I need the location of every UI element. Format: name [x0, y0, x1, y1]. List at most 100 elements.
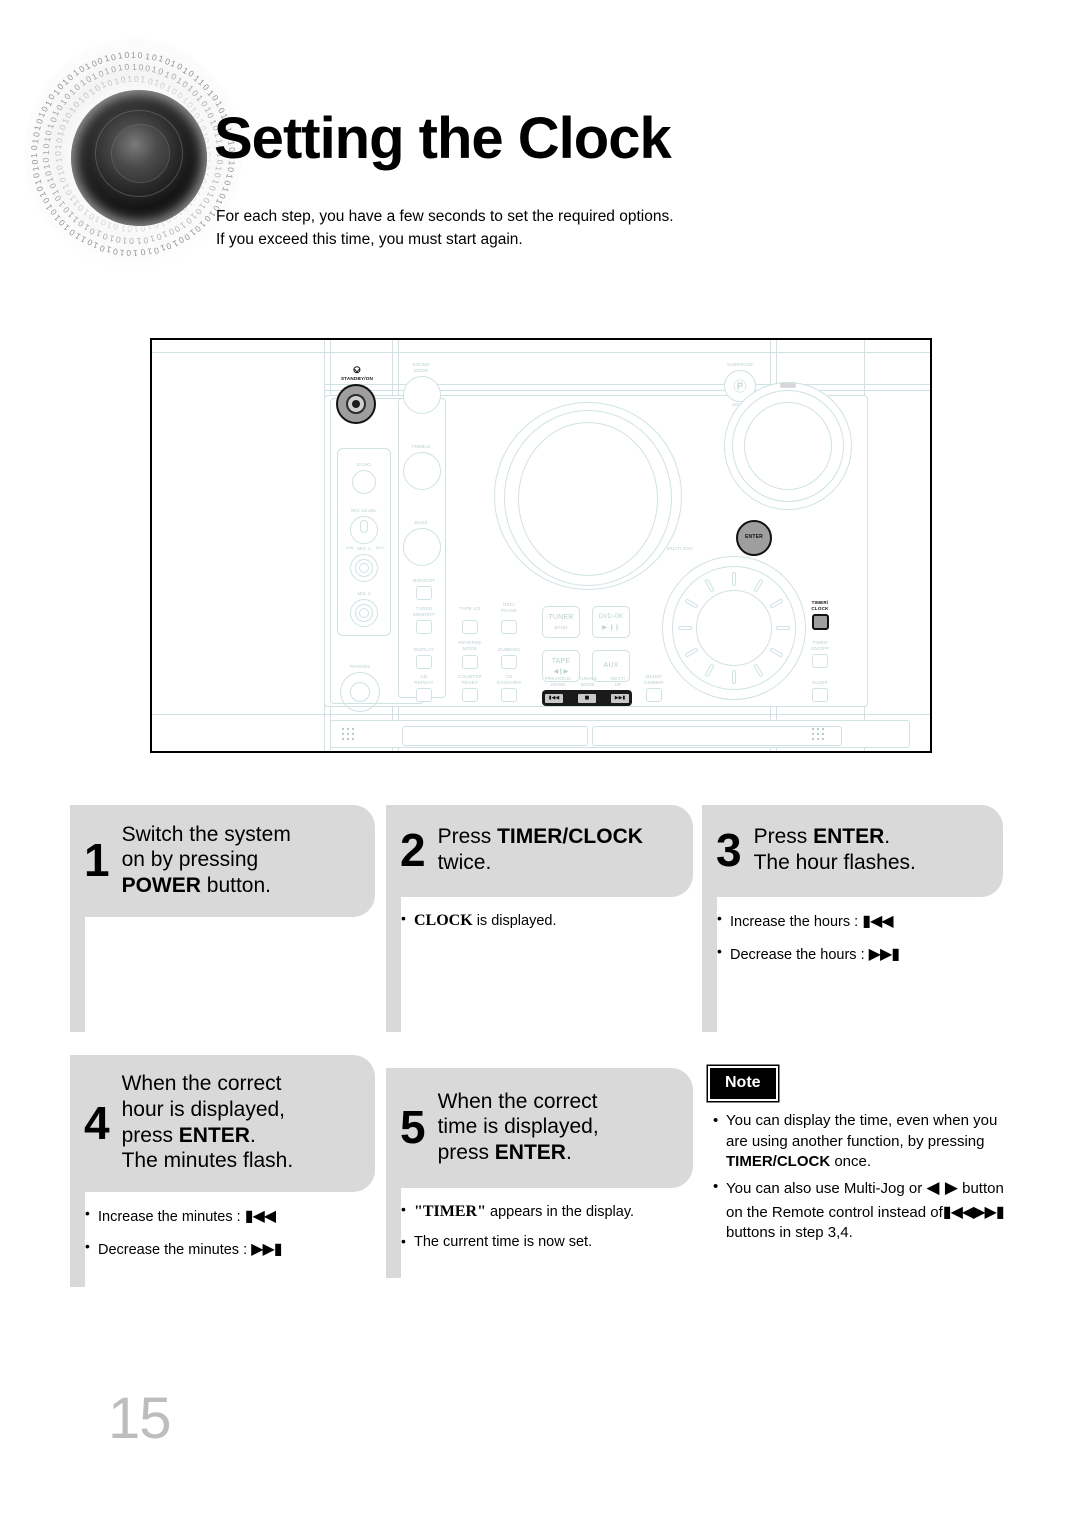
plinth-vent-left — [402, 726, 588, 746]
step-1-header: 1 Switch the system on by pressing POWER… — [70, 805, 375, 917]
note-item-2-c: buttons in step 3,4. — [726, 1224, 853, 1242]
dubbing-label: DUBBING — [497, 647, 521, 652]
mic1-label: MIC 1 — [357, 546, 371, 551]
note-item-2-a: You can also use Multi-Jog or — [726, 1180, 927, 1198]
stop-button[interactable]: ■ — [578, 693, 596, 703]
standby-center-dot — [352, 400, 360, 408]
step-5-bullet-2-text: The current time is now set. — [414, 1234, 593, 1251]
cd-door-inner — [518, 422, 658, 576]
step-3-line-1-rest: Press — [753, 825, 814, 849]
next-button[interactable]: ▶▶▮ — [611, 693, 629, 703]
chassis-line — [152, 352, 930, 354]
note-item-1-a: You can display the time, even when you … — [726, 1112, 998, 1150]
decrease-minutes-text: Decrease the minutes : — [98, 1242, 252, 1259]
mono-st-button[interactable] — [416, 586, 432, 600]
tape-12-label: TAPE 1/2 — [459, 606, 481, 611]
dvd-ok-button[interactable] — [592, 606, 630, 638]
step-3-enter-keyword: ENTER — [813, 825, 885, 849]
step-1-connector-bar — [70, 917, 85, 1032]
step-3-line-1-tail: . — [884, 825, 891, 849]
sleep-button[interactable] — [812, 688, 828, 702]
step-4-text: When the correct hour is displayed, pres… — [122, 1071, 294, 1173]
step-2-bullets: CLOCK is displayed. — [386, 908, 698, 932]
clock-keyword: CLOCK — [414, 912, 473, 929]
chassis-line — [152, 714, 930, 716]
dvd-ok-label: DVD-OK — [598, 614, 624, 620]
dubbing-button[interactable] — [501, 655, 517, 669]
prologic-p-icon: Ⓟ — [733, 379, 747, 394]
cd-synchro-button[interactable] — [501, 688, 517, 702]
step-4-line-4: The minutes flash. — [121, 1149, 294, 1173]
mono-st-label: MONO/ST — [412, 578, 436, 583]
volume-knob-inner — [744, 402, 832, 490]
step-4-bullets: Increase the minutes : ▮◀◀ Decrease the … — [70, 1203, 380, 1261]
speaker-cone-icon — [71, 90, 207, 226]
decrease-hours-text: Decrease the hours : — [730, 947, 869, 964]
previous-button[interactable]: ▮◀◀ — [545, 693, 563, 703]
cd-synchro-label: CD SYNCHRO — [496, 674, 522, 685]
step-5: 5 When the correct time is displayed, pr… — [386, 1068, 698, 1278]
step-5-line-1: When the correct — [437, 1089, 598, 1113]
tuning-mode-label: TUNING MODE — [578, 676, 598, 687]
next-up-label: NEXT/UP — [610, 676, 626, 687]
step-4-line-2: hour is displayed, — [121, 1097, 286, 1121]
step-3-bullets: Increase the hours : ▮◀◀ Decrease the ho… — [702, 908, 1008, 966]
step-3-bullet-1: Increase the hours : ▮◀◀ — [717, 908, 1008, 933]
counter-reset-button[interactable] — [462, 688, 478, 702]
timer-onoff-button[interactable] — [812, 654, 828, 668]
step-3-body: Increase the hours : ▮◀◀ Decrease the ho… — [702, 897, 1008, 1032]
step-3-text: Press ENTER. The hour flashes. — [754, 824, 916, 875]
treble-label: TREBLE — [411, 444, 431, 449]
step-5-body: "TIMER" appears in the display. The curr… — [386, 1188, 698, 1278]
step-1-power-keyword: POWER — [121, 873, 201, 897]
fast-forward-icon: ▶▶▮ — [973, 1201, 1004, 1221]
tape-12-button[interactable] — [462, 620, 478, 634]
timer-keyword: "TIMER" — [414, 1203, 486, 1220]
step-2-bullet-1: CLOCK is displayed. — [401, 908, 698, 932]
echo-knob[interactable] — [352, 470, 376, 494]
sound-mode-label: SOUND MODE — [412, 362, 430, 373]
step-3-line-2: The hour flashes. — [753, 851, 916, 874]
rewind-icon: ▮◀◀ — [244, 1206, 276, 1225]
cd-repeat-button[interactable] — [416, 688, 432, 702]
increase-minutes-text: Increase the minutes : — [98, 1209, 245, 1225]
mic-level-max-label: MAX — [375, 546, 385, 550]
step-1-line-3-rest: button. — [200, 873, 271, 897]
step-4-number: 4 — [84, 1096, 110, 1149]
display-button[interactable] — [416, 655, 432, 669]
note-timer-clock-keyword: TIMER/CLOCK — [726, 1153, 831, 1171]
tuner-memory-button[interactable] — [416, 620, 432, 634]
rec-pause-button[interactable] — [501, 620, 517, 634]
step-5-bullet-1-text: appears in the display. — [486, 1204, 635, 1220]
note-badge: Note — [710, 1068, 776, 1099]
step-5-bullet-1: "TIMER" appears in the display. — [401, 1199, 698, 1223]
timer-clock-label: TIMER/CLOCK — [811, 600, 829, 611]
bass-knob[interactable] — [403, 528, 441, 566]
mic2-jack-hole — [359, 608, 369, 618]
step-2-number: 2 — [400, 824, 426, 876]
device-front-panel-figure: ⎉ STANDBY/ON SOUND MODE TREBLE BASS ECHO … — [150, 338, 932, 753]
step-5-number: 5 — [400, 1101, 426, 1153]
step-4: 4 When the correct hour is displayed, pr… — [70, 1055, 380, 1287]
step-3-header: 3 Press ENTER. The hour flashes. — [702, 805, 1003, 897]
sleep-label: SLEEP — [812, 680, 828, 685]
page-header: 0101010101010100101010101010101101010101… — [0, 0, 1080, 300]
intro-line-2: If you exceed this time, you must start … — [216, 231, 523, 249]
timer-clock-button[interactable] — [812, 614, 829, 630]
increase-hours-text: Increase the hours : — [730, 914, 863, 930]
reverse-mode-button[interactable] — [462, 655, 478, 669]
step-4-body: Increase the minutes : ▮◀◀ Decrease the … — [70, 1192, 380, 1287]
sound-mode-knob[interactable] — [403, 376, 441, 414]
rewind-icon: ▮◀◀ — [862, 911, 893, 930]
demo-dimmer-button[interactable] — [646, 688, 662, 702]
mic1-jack-hole — [359, 563, 369, 573]
phones-jack-hole — [350, 682, 370, 702]
step-5-bullets: "TIMER" appears in the display. The curr… — [386, 1199, 698, 1253]
tape-label: TAPE — [551, 658, 571, 665]
bass-label: BASS — [414, 520, 428, 525]
treble-knob[interactable] — [403, 452, 441, 490]
display-label: DISPLAY — [413, 647, 435, 652]
note-list: You can display the time, even when you … — [710, 1111, 1010, 1244]
step-4-line-1: When the correct — [121, 1072, 282, 1096]
enter-label: ENTER — [745, 534, 763, 540]
